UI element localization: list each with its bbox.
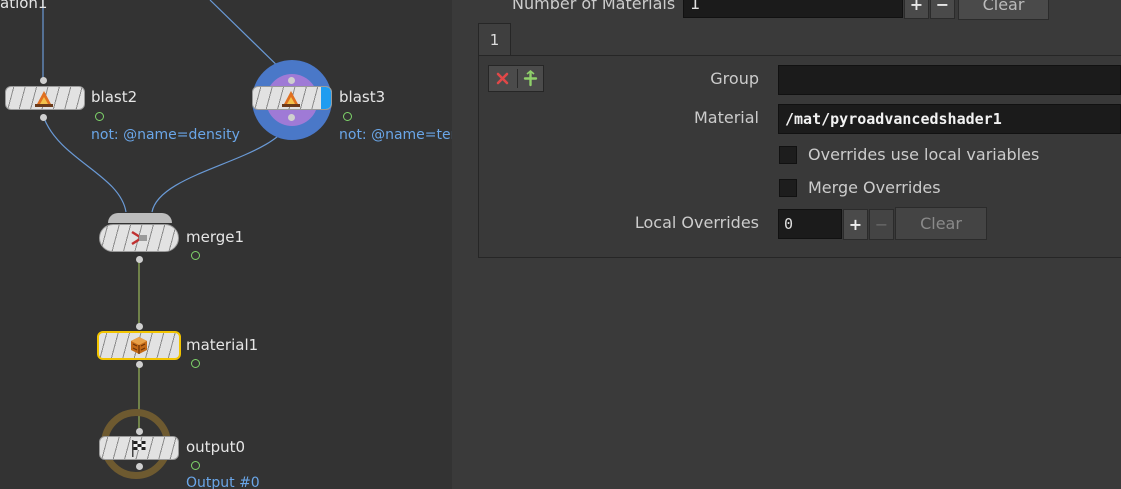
- merge-overrides-checkbox[interactable]: [779, 179, 797, 197]
- output0-flag-indicator: [191, 461, 200, 470]
- instance-controls: [488, 65, 544, 92]
- group-field[interactable]: [778, 65, 1121, 95]
- checkered-flag-icon: [129, 438, 149, 458]
- node-label-material1: material1: [186, 336, 259, 354]
- blast3-input-port[interactable]: [288, 77, 295, 84]
- clear-overrides-button[interactable]: Clear: [895, 207, 987, 240]
- add-override-button[interactable]: +: [843, 209, 868, 240]
- material-cube-icon: [129, 335, 149, 355]
- remove-override-button[interactable]: −: [869, 209, 894, 240]
- node-label-merge1: merge1: [186, 228, 245, 246]
- merge1-flag-indicator: [191, 251, 200, 260]
- network-editor[interactable]: ation1 blast2 not: @name=density blast3 …: [0, 0, 452, 489]
- remove-material-button[interactable]: −: [930, 0, 955, 19]
- node-label-blast2: blast2: [91, 88, 138, 106]
- display-flag-icon[interactable]: [321, 87, 331, 109]
- merge1-input-bar[interactable]: [108, 213, 172, 223]
- material1-flag-indicator: [191, 359, 200, 368]
- parameter-pane: Number of Materials 1 + − Clear 1 Group …: [452, 0, 1121, 489]
- node-comment-blast3: not: @name=tem: [339, 127, 452, 143]
- overrides-local-variables-checkbox[interactable]: [779, 146, 797, 164]
- add-material-button[interactable]: +: [904, 0, 929, 19]
- material-label: Material: [694, 108, 759, 127]
- remove-instance-icon[interactable]: [492, 69, 513, 88]
- merge-icon: [129, 228, 149, 248]
- material1-input-port[interactable]: [136, 323, 143, 330]
- node-label-top-partial: ation1: [0, 0, 48, 12]
- node-comment-output0: Output #0: [186, 475, 260, 489]
- blast3-flag-indicator: [343, 112, 352, 121]
- number-of-materials-label: Number of Materials: [512, 0, 676, 13]
- group-label: Group: [710, 69, 759, 88]
- local-overrides-count-field[interactable]: 0: [778, 209, 842, 239]
- merge-overrides-label: Merge Overrides: [808, 178, 941, 197]
- blast3-output-port[interactable]: [288, 114, 295, 121]
- node-label-output0: output0: [186, 438, 246, 456]
- merge1-output-port[interactable]: [136, 256, 143, 263]
- clear-materials-button[interactable]: Clear: [958, 0, 1049, 20]
- blast2-output-port[interactable]: [40, 114, 47, 121]
- overrides-local-variables-label: Overrides use local variables: [808, 145, 1040, 164]
- local-overrides-label: Local Overrides: [634, 213, 759, 232]
- insert-instance-icon[interactable]: [520, 69, 541, 88]
- blast-icon: [34, 88, 54, 108]
- number-of-materials-field[interactable]: 1: [683, 0, 903, 18]
- material-path-field[interactable]: /mat/pyroadvancedshader1: [778, 104, 1121, 134]
- blast2-input-port[interactable]: [40, 77, 47, 84]
- node-comment-blast2: not: @name=density: [91, 127, 240, 143]
- node-label-blast3: blast3: [339, 88, 386, 106]
- output0-input-port[interactable]: [136, 428, 143, 435]
- instance-controls-divider: [517, 69, 518, 88]
- blast-icon: [281, 88, 301, 108]
- tab-material-1[interactable]: 1: [478, 23, 511, 56]
- output0-output-port[interactable]: [136, 463, 143, 470]
- material1-output-port[interactable]: [136, 361, 143, 368]
- blast2-flag-indicator: [95, 112, 104, 121]
